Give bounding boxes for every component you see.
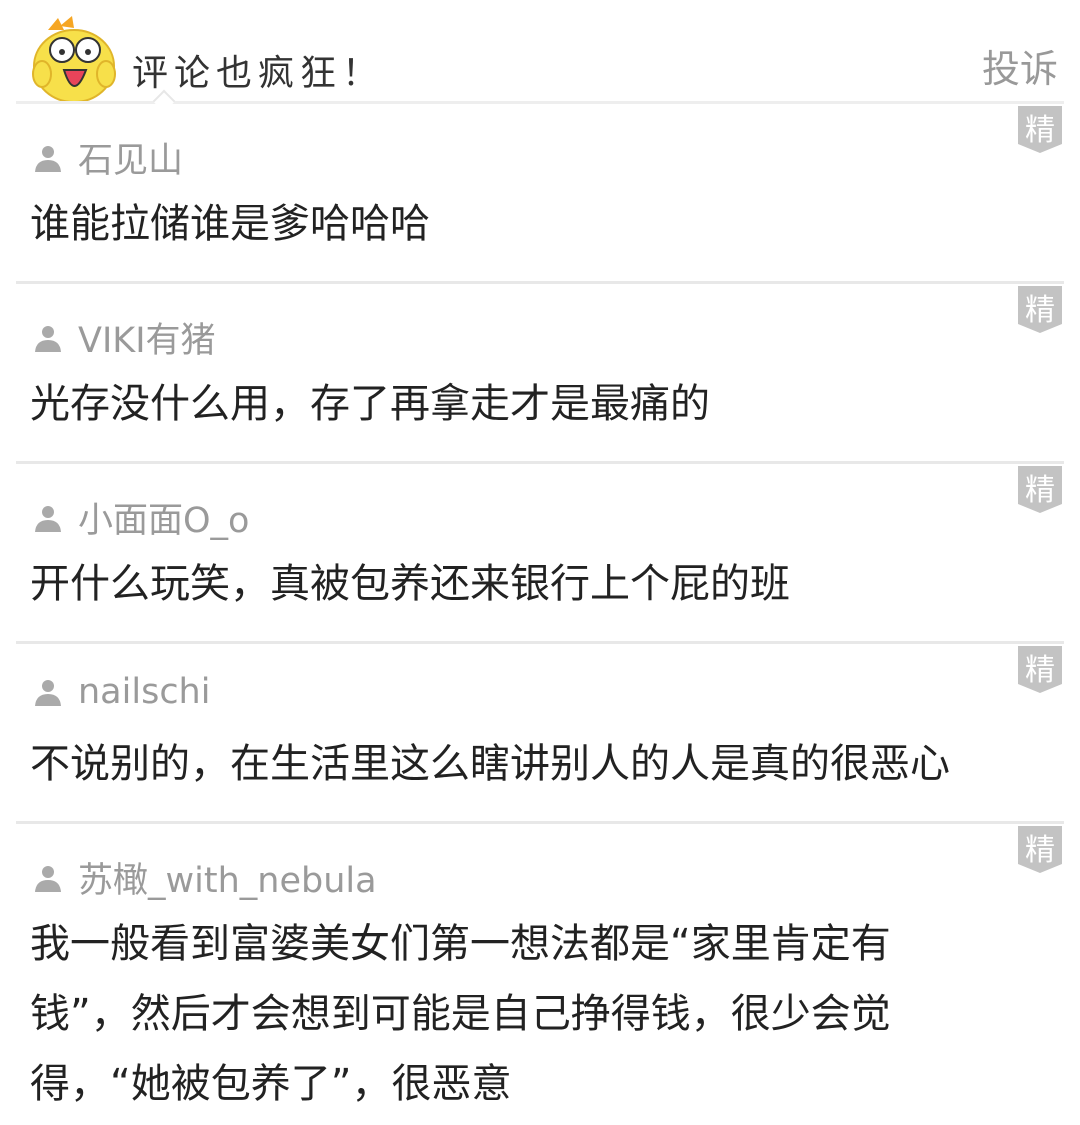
featured-badge-label: 精 [1025, 293, 1055, 328]
username: 石见山 [78, 141, 184, 181]
comment-user[interactable]: 小面面O_o [32, 492, 249, 543]
featured-badge-label: 精 [1025, 473, 1055, 508]
comment-item: 精 VIKI有猪 光存没什么用，存了再拿走才是最痛的 [16, 284, 1064, 464]
user-icon [35, 325, 61, 352]
user-icon [35, 145, 61, 172]
featured-badge-label: 精 [1025, 113, 1055, 148]
user-icon [35, 505, 61, 532]
user-icon [35, 680, 61, 706]
username: 苏橄_with_nebula [78, 861, 377, 901]
mascot-chick-icon [32, 16, 116, 103]
comment-user[interactable]: VIKI有猪 [32, 312, 216, 363]
comment-text: 谁能拉储谁是爹哈哈哈 [30, 201, 430, 247]
comment-item: 精 nailschi 不说别的，在生活里这么瞎讲别人的人是真的很恶心 [16, 644, 1064, 824]
user-icon [35, 865, 61, 892]
featured-badge-label: 精 [1025, 653, 1055, 688]
comment-text: 光存没什么用，存了再拿走才是最痛的 [30, 381, 710, 427]
username: nailschi [78, 672, 211, 712]
comment-list: 精 石见山 谁能拉储谁是爹哈哈哈 精 VIKI有猪 光存没什么用，存了再拿走才是… [0, 104, 1080, 1107]
comment-text: 不说别的，在生活里这么瞎讲别人的人是真的很恶心 [30, 741, 950, 787]
featured-badge-label: 精 [1025, 833, 1055, 868]
comment-user[interactable]: nailschi [32, 672, 210, 712]
header-title: 评论也疯狂！ [132, 53, 385, 94]
comment-item: 精 小面面O_o 开什么玩笑，真被包养还来银行上个屁的班 [16, 464, 1064, 644]
comment-text: 开什么玩笑，真被包养还来银行上个屁的班 [30, 561, 790, 607]
comment-user[interactable]: 苏橄_with_nebula [32, 852, 377, 903]
comment-text: 我一般看到富婆美女们第一想法都是“家里肯定有钱”，然后才会想到可能是自己挣得钱，… [30, 921, 891, 1107]
username: VIKI有猪 [78, 321, 216, 361]
comments-header: 评论也疯狂！ 投诉 [0, 0, 1080, 113]
username: 小面面O_o [78, 501, 250, 541]
comment-user[interactable]: 石见山 [32, 132, 183, 183]
report-button[interactable]: 投诉 [982, 38, 1058, 93]
comment-item: 精 石见山 谁能拉储谁是爹哈哈哈 [16, 104, 1064, 284]
